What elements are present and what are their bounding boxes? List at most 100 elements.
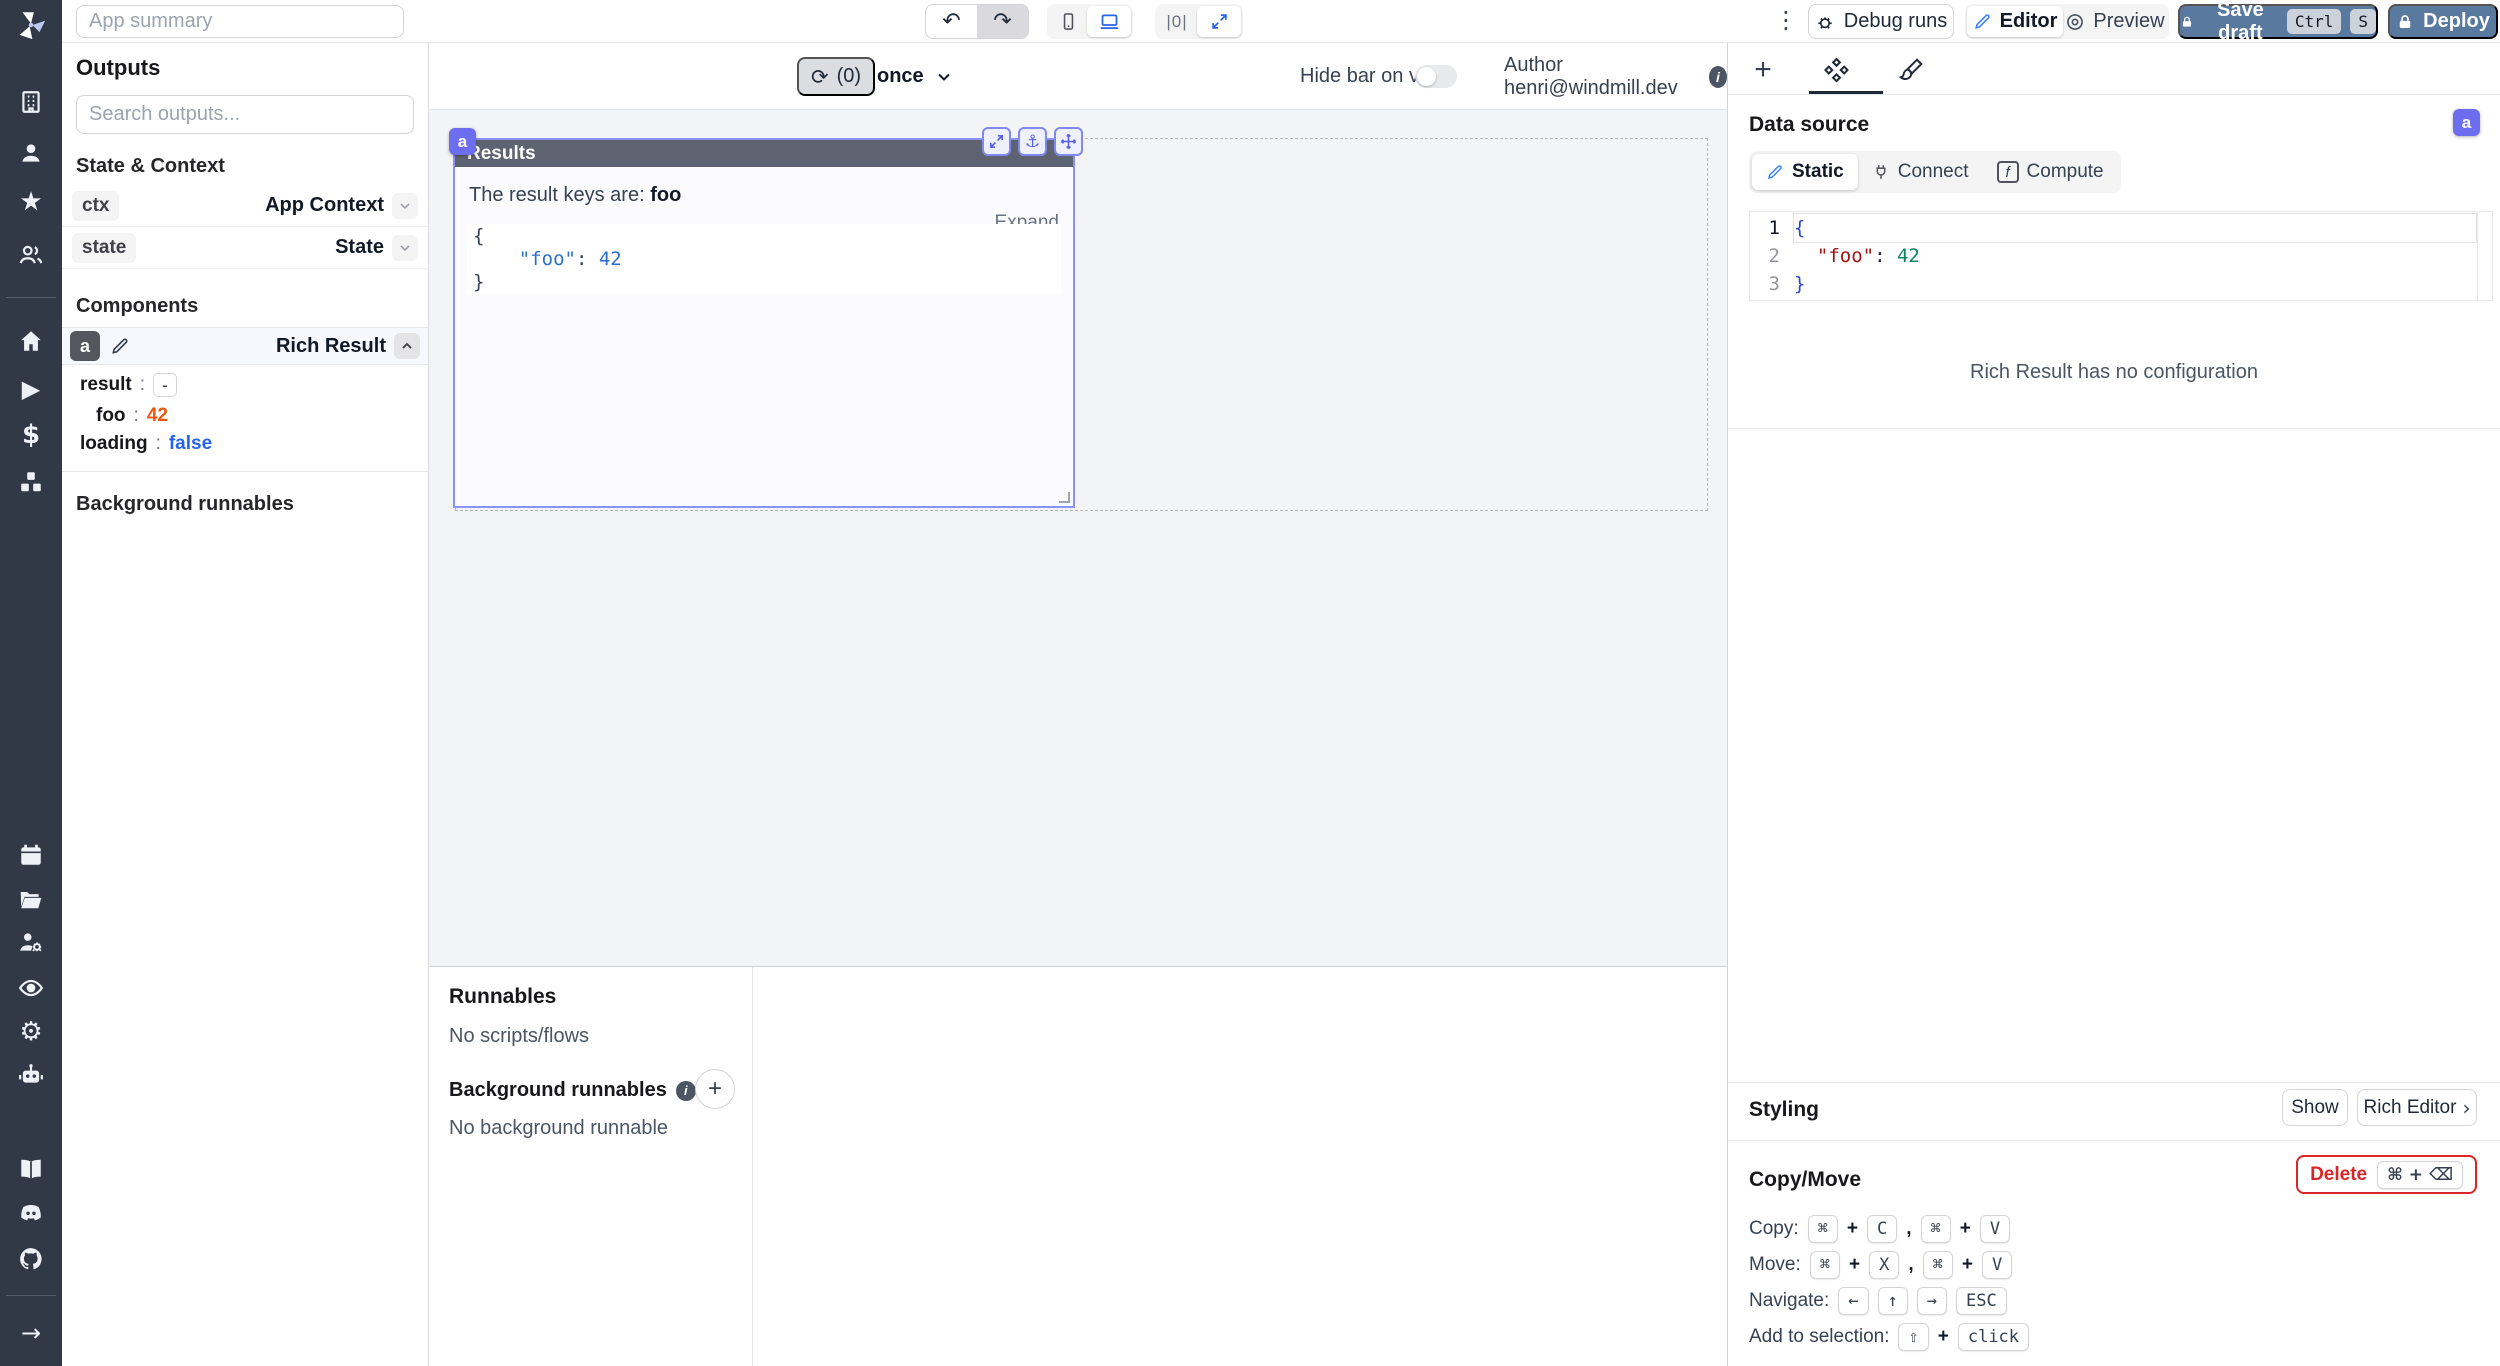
save-draft-button[interactable]: Save draft Ctrl S xyxy=(2178,4,2378,39)
hide-bar-toggle[interactable] xyxy=(1415,65,1457,88)
center-align-button[interactable]: |0| xyxy=(1157,6,1197,37)
show-styling-button[interactable]: Show xyxy=(2282,1089,2348,1126)
tree-row-loading[interactable]: loading: false xyxy=(80,433,212,455)
windmill-logo[interactable] xyxy=(14,8,48,47)
user-icon[interactable] xyxy=(0,138,62,168)
tab-editor[interactable]: Editor xyxy=(1967,6,2063,37)
expand-component-button[interactable] xyxy=(982,127,1011,156)
ai-robot-icon[interactable] xyxy=(0,1060,62,1090)
delete-component-button[interactable]: Delete ⌘ + ⌫ xyxy=(2296,1155,2477,1194)
undo-button[interactable]: ↶ xyxy=(926,5,977,38)
state-context-title: State & Context xyxy=(76,155,225,178)
frequency-dropdown[interactable]: once xyxy=(877,57,954,96)
anchor-component-button[interactable]: ⚓ xyxy=(1018,127,1047,156)
collapse-result-button[interactable]: - xyxy=(153,373,177,397)
device-toggle-group xyxy=(1047,4,1133,39)
workspace-building-icon[interactable] xyxy=(0,87,62,117)
runs-play-icon[interactable]: ▶ xyxy=(0,374,62,404)
home-icon[interactable] xyxy=(0,326,62,356)
ctx-key-chip: ctx xyxy=(72,191,119,221)
github-icon[interactable] xyxy=(0,1244,62,1274)
mode-static[interactable]: Static xyxy=(1752,154,1858,190)
mode-connect[interactable]: Connect xyxy=(1858,154,1983,190)
more-options-kebab[interactable]: ⋮ xyxy=(1774,6,1798,34)
component-header[interactable]: Results xyxy=(455,140,1073,167)
tab-component-settings[interactable] xyxy=(1816,51,1856,89)
tree-row-result[interactable]: result: - xyxy=(80,373,177,397)
code-line-1: { xyxy=(1794,214,2476,242)
divider xyxy=(62,471,428,472)
fullscreen-button[interactable] xyxy=(1197,6,1241,37)
kbd-arrow-up: ↑ xyxy=(1878,1287,1908,1315)
tab-preview[interactable]: Preview xyxy=(2063,6,2167,37)
recompute-button[interactable]: ⟳ (0) xyxy=(797,57,875,96)
collapse-sidebar-arrow-icon[interactable]: → xyxy=(0,1318,62,1348)
paintbrush-icon xyxy=(1898,57,1924,83)
chevron-up-icon xyxy=(399,338,415,354)
tree-value-loading: false xyxy=(169,433,212,455)
component-row-a[interactable]: a Rich Result xyxy=(62,327,428,365)
code-line-2: "foo": 42 xyxy=(1794,242,2476,270)
groups-icon[interactable] xyxy=(0,240,62,270)
move-component-button[interactable] xyxy=(1054,127,1083,156)
docs-book-icon[interactable] xyxy=(0,1154,62,1184)
frequency-value: once xyxy=(877,65,924,88)
kbd-arrow-left: ← xyxy=(1838,1287,1868,1315)
output-row-state[interactable]: state State xyxy=(62,227,428,269)
code-content[interactable]: { "foo": 42 } xyxy=(1794,214,2476,298)
resources-cubes-icon[interactable] xyxy=(0,467,62,497)
settings-gear-icon[interactable]: ⚙ xyxy=(0,1017,62,1047)
mobile-view-button[interactable] xyxy=(1049,6,1087,37)
tab-styling[interactable] xyxy=(1891,51,1931,89)
redo-button[interactable]: ↷ xyxy=(977,5,1028,38)
mode-compute[interactable]: f Compute xyxy=(1983,154,2118,190)
shortcut-row-move: Move: ⌘+X, ⌘+V xyxy=(1749,1251,2012,1279)
save-draft-label: Save draft xyxy=(2203,0,2278,45)
app-canvas[interactable]: a ⚓ Results The result keys are: foo Exp… xyxy=(429,110,1727,966)
state-expand-button[interactable] xyxy=(392,235,418,261)
deploy-button[interactable]: Deploy xyxy=(2388,4,2498,39)
desktop-view-button[interactable] xyxy=(1087,6,1131,37)
colon: : xyxy=(134,405,139,427)
add-background-runnable-button[interactable]: + xyxy=(695,1069,735,1109)
component-badge: a xyxy=(2453,109,2480,136)
kbd-c: C xyxy=(1867,1215,1897,1243)
refresh-icon: ⟳ xyxy=(811,65,829,89)
favorites-star-icon[interactable]: ★ xyxy=(0,187,62,217)
plug-icon xyxy=(1872,163,1890,181)
kbd-cmd: ⌘ xyxy=(1923,1251,1953,1279)
data-source-code-editor[interactable]: 1 2 3 { "foo": 42 } xyxy=(1749,211,2493,301)
editor-scrollbar[interactable] xyxy=(2477,212,2492,300)
line-numbers: 1 2 3 xyxy=(1750,214,1792,298)
resize-handle[interactable] xyxy=(1059,492,1070,503)
rich-result-component[interactable]: a ⚓ Results The result keys are: foo Exp… xyxy=(455,140,1073,506)
kbd-x: X xyxy=(1869,1251,1899,1279)
debug-runs-button[interactable]: Debug runs xyxy=(1808,4,1954,39)
component-collapse-button[interactable] xyxy=(394,333,420,359)
audit-eye-icon[interactable] xyxy=(0,973,62,1003)
shortcut-row-navigate: Navigate: ← ↑ → ESC xyxy=(1749,1287,2007,1315)
output-row-ctx[interactable]: ctx App Context xyxy=(62,185,428,227)
kbd-v: V xyxy=(1982,1251,2012,1279)
variables-dollar-icon[interactable]: $ xyxy=(0,420,62,450)
info-icon[interactable]: i xyxy=(1709,66,1727,88)
discord-icon[interactable] xyxy=(0,1198,62,1228)
rich-editor-button[interactable]: Rich Editor› xyxy=(2357,1089,2477,1126)
search-outputs-input[interactable] xyxy=(76,95,414,134)
windmill-app-editor: ★ ▶ $ ⚙ → ↶ ↷ |0| ⋮ xyxy=(0,0,2500,1366)
tab-insert[interactable]: + xyxy=(1743,51,1783,89)
app-summary-input[interactable] xyxy=(76,5,404,38)
kbd-shift: ⇧ xyxy=(1898,1323,1928,1351)
state-type-label: State xyxy=(335,236,384,259)
info-icon[interactable]: i xyxy=(676,1081,696,1101)
background-runnables-title: Background runnables xyxy=(76,493,294,516)
code-line-3: } xyxy=(1794,270,2476,298)
folders-icon[interactable] xyxy=(0,884,62,914)
edit-id-pencil-icon[interactable] xyxy=(110,336,130,356)
workers-users-gear-icon[interactable] xyxy=(0,927,62,957)
schedules-calendar-icon[interactable] xyxy=(0,840,62,870)
ctx-expand-button[interactable] xyxy=(392,193,418,219)
save-lock-icon xyxy=(2180,13,2194,31)
kbd-s: S xyxy=(2350,9,2376,34)
tree-row-foo[interactable]: foo: 42 xyxy=(96,405,168,427)
